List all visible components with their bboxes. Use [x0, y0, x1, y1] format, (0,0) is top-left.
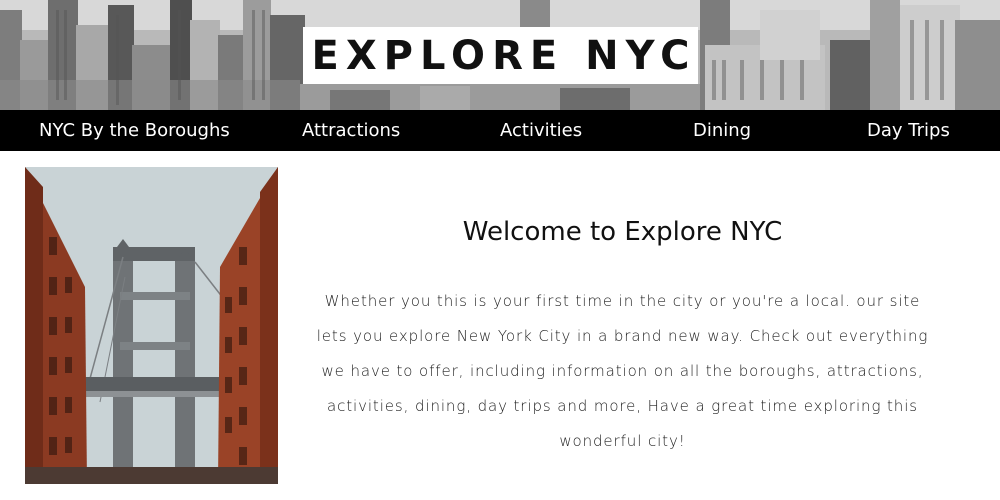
nav-item-activities[interactable]: Activities	[500, 110, 582, 151]
nav-item-attractions[interactable]: Attractions	[302, 110, 400, 151]
welcome-heading: Welcome to Explore NYC	[462, 217, 783, 247]
site-title: EXPLORE NYC	[311, 32, 697, 79]
nav-item-day-trips[interactable]: Day Trips	[867, 110, 950, 151]
nav-item-boroughs[interactable]: NYC By the Boroughs	[39, 110, 230, 151]
site-title-box: EXPLORE NYC	[303, 27, 698, 84]
intro-paragraph: Whether you this is your first time in t…	[316, 292, 929, 450]
nav-item-dining[interactable]: Dining	[693, 110, 751, 151]
hero-banner: EXPLORE NYC	[0, 0, 1000, 110]
manhattan-bridge-photo	[25, 167, 278, 484]
main-nav: NYC By the Boroughs Attractions Activiti…	[0, 110, 1000, 151]
